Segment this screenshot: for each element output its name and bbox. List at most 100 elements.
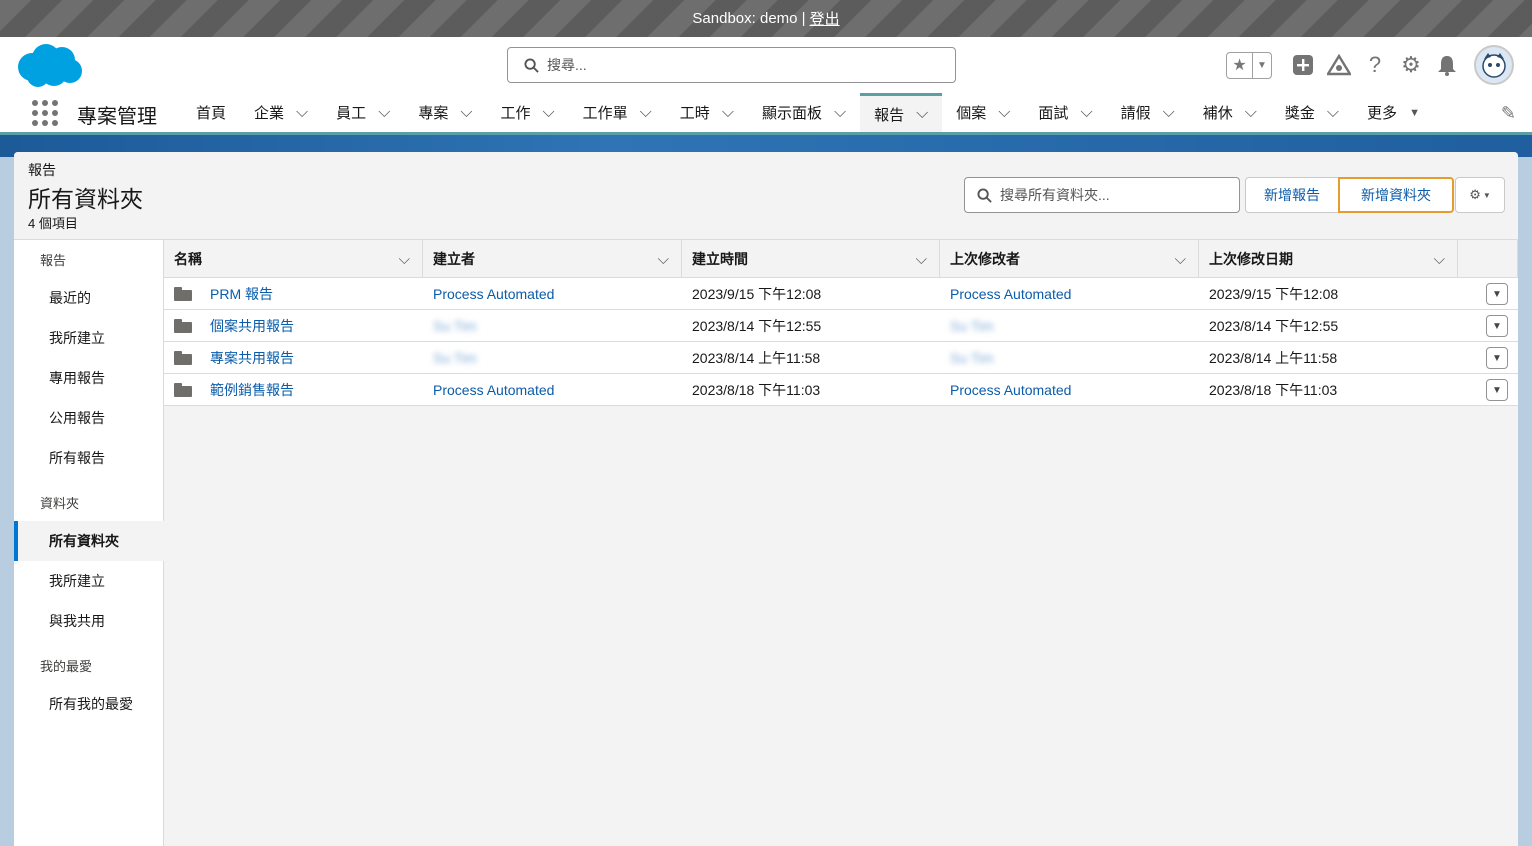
row-action-menu-button[interactable]: ▼ — [1486, 347, 1508, 369]
nav-tab-label: 更多 — [1367, 105, 1398, 122]
chevron-down-icon[interactable]: ⌵ — [640, 104, 652, 122]
modified-by-link[interactable]: Su Tim — [950, 318, 994, 334]
table-row: 專案共用報告 Su Tim 2023/8/14 上午11:58 Su Tim 2023/… — [164, 342, 1518, 374]
nav-tab-label: 首頁 — [196, 105, 227, 122]
chevron-down-icon[interactable]: ⌵ — [378, 104, 390, 122]
app-launcher-icon[interactable] — [32, 100, 58, 126]
row-action-menu-button[interactable]: ▼ — [1486, 315, 1508, 337]
nav-tab-5[interactable]: 工作單 ⌵ — [569, 93, 666, 132]
created-by-link[interactable]: Su Tim — [433, 350, 477, 366]
user-avatar[interactable] — [1474, 45, 1514, 85]
sidebar-item[interactable]: 我所建立 — [14, 561, 164, 601]
nav-tab-6[interactable]: 工時 ⌵ — [666, 93, 748, 132]
folder-name-cell: 專案共用報告 — [164, 342, 423, 374]
chevron-down-icon[interactable]: ⌵ — [722, 104, 734, 122]
salesforce-logo[interactable] — [16, 43, 84, 89]
table-row: 範例銷售報告 Process Automated 2023/8/18 下午11:03… — [164, 374, 1518, 406]
chevron-down-icon[interactable]: ▼ — [1409, 107, 1420, 119]
nav-tab-9[interactable]: 個案 ⌵ — [942, 93, 1024, 132]
nav-tab-12[interactable]: 補休 ⌵ — [1189, 93, 1271, 132]
nav-tab-13[interactable]: 獎金 ⌵ — [1271, 93, 1353, 132]
new-folder-button[interactable]: 新增資料夾 — [1338, 177, 1454, 213]
row-action-menu-button[interactable]: ▼ — [1486, 283, 1508, 305]
column-sort-chevron-icon[interactable]: ⌵ — [1175, 251, 1186, 268]
sidebar-item[interactable]: 最近的 — [14, 278, 164, 318]
sidebar-item[interactable]: 我所建立 — [14, 318, 164, 358]
column-header[interactable]: 名稱 ⌵ — [164, 240, 423, 278]
column-sort-chevron-icon[interactable]: ⌵ — [916, 251, 927, 268]
nav-tab-3[interactable]: 專案 ⌵ — [404, 93, 486, 132]
chevron-down-icon[interactable]: ⌵ — [460, 104, 472, 122]
folder-search-input[interactable]: 搜尋所有資料夾... — [964, 177, 1240, 213]
sidebar-item[interactable]: 專用報告 — [14, 358, 164, 398]
new-report-button[interactable]: 新增報告 — [1245, 177, 1339, 213]
list-settings-button[interactable]: ⚙ ▼ — [1455, 177, 1505, 213]
column-header[interactable]: 上次修改日期 ⌵ — [1199, 240, 1458, 278]
column-header[interactable]: 建立時間 ⌵ — [682, 240, 940, 278]
created-by-link[interactable]: Process Automated — [433, 382, 554, 398]
nav-tab-label: 顯示面板 — [761, 105, 822, 122]
nav-tab-label: 補休 — [1202, 105, 1233, 122]
modified-by-cell: Process Automated — [940, 374, 1199, 406]
global-search-input[interactable]: 搜尋... — [507, 47, 956, 83]
chevron-down-icon[interactable]: ⌵ — [1245, 104, 1257, 122]
folder-name-link[interactable]: PRM 報告 — [210, 284, 273, 304]
add-icon[interactable] — [1290, 52, 1316, 78]
nav-tab-8[interactable]: 報告 ⌵ — [860, 93, 943, 132]
column-sort-chevron-icon[interactable]: ⌵ — [658, 251, 669, 268]
nav-tab-2[interactable]: 員工 ⌵ — [322, 93, 404, 132]
setup-gear-icon[interactable]: ⚙ — [1398, 52, 1424, 78]
column-header[interactable]: 上次修改者 ⌵ — [940, 240, 1199, 278]
app-nav-bar: 專案管理 首頁 企業 ⌵ 員工 ⌵ 專案 ⌵ 工作 ⌵ 工作單 ⌵ 工時 ⌵ 顯示面板 ⌵ 報告 ⌵ 個案 ⌵ 面試 ⌵… — [0, 93, 1532, 135]
sidebar-item[interactable]: 所有資料夾 — [14, 521, 164, 561]
header-utility-icons: ★ ▼ ? ⚙ — [1226, 45, 1514, 85]
column-header[interactable]: 建立者 ⌵ — [423, 240, 682, 278]
folder-name-link[interactable]: 個案共用報告 — [210, 316, 294, 336]
favorites-menu-chevron-icon[interactable]: ▼ — [1253, 53, 1271, 78]
sidebar-section-title: 資料夾 — [40, 496, 80, 511]
notifications-bell-icon[interactable] — [1434, 52, 1460, 78]
edit-nav-pencil-icon[interactable]: ✎ — [1501, 103, 1516, 124]
column-sort-chevron-icon[interactable]: ⌵ — [399, 251, 410, 268]
chevron-down-icon[interactable]: ⌵ — [296, 104, 308, 122]
nav-tab-11[interactable]: 請假 ⌵ — [1107, 93, 1189, 132]
modified-by-link[interactable]: Process Automated — [950, 382, 1071, 398]
folder-name-link[interactable]: 範例銷售報告 — [210, 380, 294, 400]
chevron-down-icon[interactable]: ⌵ — [1163, 104, 1175, 122]
logout-link[interactable]: 登出 — [810, 8, 840, 29]
row-actions-cell: ▼ — [1458, 310, 1518, 342]
nav-tab-10[interactable]: 面試 ⌵ — [1024, 93, 1106, 132]
created-by-link[interactable]: Su Tim — [433, 318, 477, 334]
modified-by-link[interactable]: Su Tim — [950, 350, 994, 366]
nav-tab-7[interactable]: 顯示面板 ⌵ — [748, 93, 860, 132]
trailhead-icon[interactable] — [1326, 52, 1352, 78]
created-by-link[interactable]: Process Automated — [433, 286, 554, 302]
chevron-down-icon[interactable]: ⌵ — [1327, 104, 1339, 122]
chevron-down-icon[interactable]: ⌵ — [998, 104, 1010, 122]
nav-tab-4[interactable]: 工作 ⌵ — [486, 93, 568, 132]
favorites-star-icon[interactable]: ★ — [1227, 52, 1253, 78]
folder-name-link[interactable]: 專案共用報告 — [210, 348, 294, 368]
sidebar-item[interactable]: 與我共用 — [14, 601, 164, 641]
folders-table: 名稱 ⌵ 建立者 ⌵ 建立時間 ⌵ 上次修改者 ⌵ 上次修改日期 ⌵ PRM 報告 Process … — [164, 240, 1518, 846]
chevron-down-icon[interactable]: ⌵ — [1080, 104, 1092, 122]
nav-tab-14[interactable]: 更多 ▼ — [1353, 93, 1434, 132]
row-action-menu-button[interactable]: ▼ — [1486, 379, 1508, 401]
chevron-down-icon[interactable]: ⌵ — [543, 104, 555, 122]
app-name: 專案管理 — [77, 106, 157, 128]
sidebar-item[interactable]: 公用報告 — [14, 398, 164, 438]
column-sort-chevron-icon[interactable]: ⌵ — [1434, 251, 1445, 268]
sidebar-item[interactable]: 所有我的最愛 — [14, 684, 164, 724]
global-header: 搜尋... ★ ▼ ? ⚙ — [0, 37, 1532, 93]
chevron-down-icon[interactable]: ⌵ — [834, 104, 846, 122]
sidebar-item[interactable]: 所有報告 — [14, 438, 164, 478]
chevron-down-icon[interactable]: ⌵ — [916, 105, 928, 123]
nav-tab-0[interactable]: 首頁 — [182, 93, 240, 132]
help-icon[interactable]: ? — [1362, 52, 1388, 78]
row-actions-cell: ▼ — [1458, 374, 1518, 406]
nav-tab-1[interactable]: 企業 ⌵ — [240, 93, 322, 132]
column-header-label: 上次修改者 — [950, 251, 1020, 267]
sandbox-banner: Sandbox: demo | 登出 — [0, 0, 1532, 37]
modified-at-cell: 2023/9/15 下午12:08 — [1209, 286, 1339, 302]
modified-by-link[interactable]: Process Automated — [950, 286, 1071, 302]
